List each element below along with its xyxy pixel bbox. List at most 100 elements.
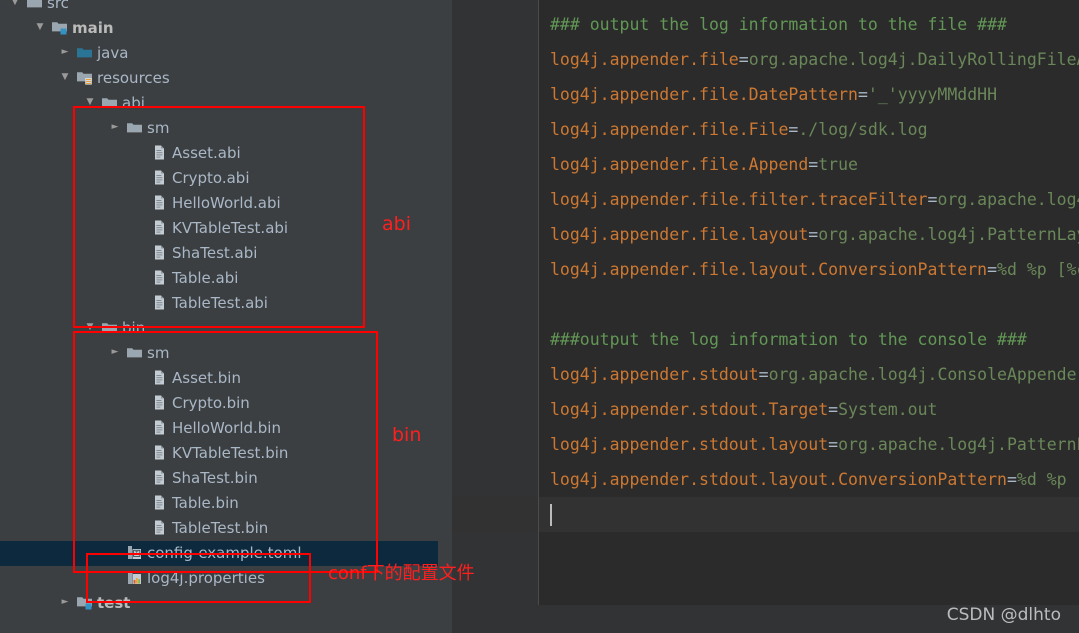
code-line[interactable]: log4j.appender.file=org.apache.log4j.Dai…	[550, 42, 1079, 77]
code-token: %d %p [%c] - <%m>%n	[997, 260, 1079, 279]
chevron-right-icon[interactable]: ►	[58, 590, 72, 615]
tree-item-label: ShaTest.bin	[172, 469, 258, 487]
tree-folder-row[interactable]: ▼ resources	[0, 66, 443, 91]
code-line[interactable]: log4j.appender.file.filter.traceFilter=o…	[550, 182, 1079, 217]
code-token: ### output the log information to the fi…	[550, 15, 1007, 34]
tree-folder-row[interactable]: ▼ bin	[0, 316, 443, 341]
folder-icon	[126, 344, 143, 361]
tree-arrow-placeholder: ▸	[108, 540, 122, 565]
tree-item-label: HelloWorld.bin	[172, 419, 281, 437]
tree-item-label: sm	[147, 119, 170, 137]
file-icon	[151, 244, 168, 261]
tree-arrow-placeholder: ▸	[133, 240, 147, 265]
code-line[interactable]: log4j.appender.stdout.layout.ConversionP…	[550, 462, 1079, 497]
tree-file-row[interactable]: ▸ ShaTest.bin	[0, 466, 443, 491]
tree-file-row[interactable]: ▸ Asset.abi	[0, 141, 443, 166]
bin-callout-label: bin	[392, 424, 422, 446]
editor-pane[interactable]: ### output the log information to the fi…	[452, 0, 1079, 633]
csdn-watermark: CSDN @dlhto	[946, 605, 1061, 625]
tree-folder-row[interactable]: ▼ abi	[0, 91, 443, 116]
code-token: log4j.appender.file	[550, 50, 739, 69]
folder-icon	[101, 94, 118, 111]
folder-icon	[126, 119, 143, 136]
tree-arrow-placeholder: ▸	[133, 515, 147, 540]
editor-code-area[interactable]: ### output the log information to the fi…	[539, 0, 1079, 633]
code-line[interactable]: log4j.appender.stdout.layout=org.apache.…	[550, 427, 1079, 462]
tree-folder-row[interactable]: ► java	[0, 41, 443, 66]
chevron-down-icon[interactable]: ▼	[83, 315, 97, 340]
tree-file-row[interactable]: ▸ HelloWorld.bin	[0, 416, 443, 441]
folder-icon	[26, 0, 43, 11]
project-tool-window[interactable]: ▼src▼main►java▼resources▼abi►sm▸Asset.ab…	[0, 0, 443, 633]
code-token: System.out	[838, 400, 938, 419]
current-line-gutter-highlight	[452, 497, 538, 532]
code-token: org.apache.log4j.PatternLayout	[838, 435, 1079, 454]
tree-item-label: src	[47, 0, 69, 12]
tree-file-row[interactable]: ▸ Table.abi	[0, 266, 443, 291]
file-icon	[126, 569, 143, 586]
code-line[interactable]	[539, 497, 1079, 532]
tree-arrow-placeholder: ▸	[108, 565, 122, 590]
tree-folder-row[interactable]: ► sm	[0, 116, 443, 141]
tree-item-label: Crypto.abi	[172, 169, 250, 187]
chevron-down-icon[interactable]: ▼	[58, 65, 72, 90]
tree-item-label: Table.abi	[172, 269, 239, 287]
tree-item-label: TableTest.bin	[172, 519, 269, 537]
chevron-right-icon[interactable]: ►	[108, 340, 122, 365]
tree-file-row[interactable]: ▸ TableTest.bin	[0, 516, 443, 541]
project-tree-scrollbar-track[interactable]	[438, 0, 886, 633]
chevron-down-icon[interactable]: ▼	[83, 90, 97, 115]
file-icon	[151, 419, 168, 436]
code-line[interactable]: log4j.appender.stdout=org.apache.log4j.C…	[550, 357, 1079, 392]
tree-file-row[interactable]: ▸ Crypto.abi	[0, 166, 443, 191]
code-token: =	[808, 225, 819, 244]
tree-file-row[interactable]: ▸ Table.bin	[0, 491, 443, 516]
code-token: log4j.appender.file.layout.ConversionPat…	[550, 260, 988, 279]
code-token: =	[927, 190, 938, 209]
tree-item-label: sm	[147, 344, 170, 362]
tree-folder-row[interactable]: ▼ src	[0, 0, 443, 16]
tree-arrow-placeholder: ▸	[133, 465, 147, 490]
code-line[interactable]: log4j.appender.file.Append=true	[550, 147, 858, 182]
code-token: log4j.appender.stdout.layout	[550, 435, 829, 454]
file-icon	[151, 519, 168, 536]
tree-file-row[interactable]: ▸ ShaTest.abi	[0, 241, 443, 266]
chevron-right-icon[interactable]: ►	[58, 40, 72, 65]
tree-folder-row[interactable]: ► sm	[0, 341, 443, 366]
tree-item-label: KVTableTest.bin	[172, 444, 289, 462]
tree-item-label: resources	[97, 69, 170, 87]
code-line[interactable]: log4j.appender.file.layout.ConversionPat…	[550, 252, 1079, 287]
code-line[interactable]: log4j.appender.file.DatePattern='_'yyyyM…	[550, 77, 997, 112]
code-line[interactable]: ### output the log information to the fi…	[550, 7, 1007, 42]
code-line[interactable]: log4j.appender.file.layout=org.apache.lo…	[550, 217, 1079, 252]
chevron-right-icon[interactable]: ►	[108, 115, 122, 140]
tree-arrow-placeholder: ▸	[133, 440, 147, 465]
chevron-down-icon[interactable]: ▼	[8, 0, 22, 15]
tree-item-label: test	[97, 594, 131, 612]
code-token: log4j.appender.file.DatePattern	[550, 85, 858, 104]
tree-file-row[interactable]: ▸ Asset.bin	[0, 366, 443, 391]
code-line[interactable]: log4j.appender.file.File=./log/sdk.log	[550, 112, 928, 147]
code-token: org.apache.log4j.DailyRollingFileAppende…	[748, 50, 1079, 69]
tree-folder-row[interactable]: ► test	[0, 591, 443, 616]
folder-icon	[76, 44, 93, 61]
tree-file-row[interactable]: ▸ KVTableTest.abi	[0, 216, 443, 241]
tree-file-row[interactable]: ▸ TableTest.abi	[0, 291, 443, 316]
folder-icon	[51, 19, 68, 36]
tree-arrow-placeholder: ▸	[133, 190, 147, 215]
editor-line-numbers: 456789101112131415161718	[452, 0, 538, 633]
file-icon	[151, 169, 168, 186]
code-token: =	[857, 85, 868, 104]
code-line[interactable]: ###output the log information to the con…	[550, 322, 1027, 357]
tree-item-label: java	[97, 44, 129, 62]
tree-file-row[interactable]: ▸ HelloWorld.abi	[0, 191, 443, 216]
tree-file-row[interactable]: ▸ Crypto.bin	[0, 391, 443, 416]
code-token: =	[788, 120, 799, 139]
file-icon	[151, 269, 168, 286]
folder-icon	[76, 69, 93, 86]
file-icon: T	[126, 544, 143, 561]
code-line[interactable]: log4j.appender.stdout.Target=System.out	[550, 392, 937, 427]
chevron-down-icon[interactable]: ▼	[33, 15, 47, 40]
tree-file-row[interactable]: ▸ KVTableTest.bin	[0, 441, 443, 466]
tree-folder-row[interactable]: ▼ main	[0, 16, 443, 41]
